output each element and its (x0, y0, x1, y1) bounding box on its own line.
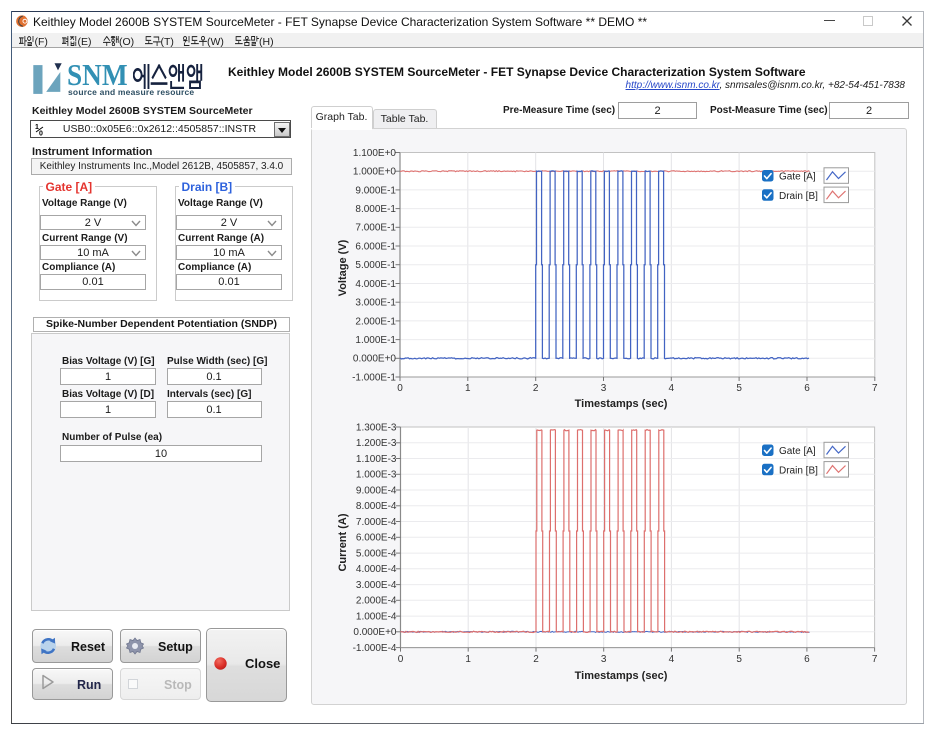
svg-text:1: 1 (465, 383, 471, 394)
svg-text:5.000E-4: 5.000E-4 (356, 549, 397, 560)
svg-text:8.000E-1: 8.000E-1 (355, 204, 396, 215)
svg-text:3.000E-4: 3.000E-4 (356, 580, 397, 591)
svg-text:Drain [B]: Drain [B] (779, 466, 818, 477)
svg-text:6: 6 (804, 654, 810, 665)
svg-text:0: 0 (39, 131, 43, 137)
svg-text:4: 4 (669, 654, 675, 665)
svg-text:7.000E-4: 7.000E-4 (356, 517, 397, 528)
svg-text:5: 5 (736, 383, 742, 394)
svg-text:1.300E-3: 1.300E-3 (356, 422, 397, 433)
svg-text:2: 2 (533, 654, 539, 665)
svg-text:Drain [B]: Drain [B] (779, 191, 818, 202)
svg-text:1.000E+0: 1.000E+0 (353, 167, 397, 178)
svg-text:7: 7 (872, 654, 878, 665)
svg-text:4: 4 (669, 383, 675, 394)
svg-text:7: 7 (872, 383, 878, 394)
svg-text:0.000E+0: 0.000E+0 (353, 627, 397, 638)
svg-text:6.000E-1: 6.000E-1 (355, 241, 396, 252)
svg-text:2.000E-4: 2.000E-4 (356, 596, 397, 607)
svg-text:6.000E-4: 6.000E-4 (356, 533, 397, 544)
svg-text:7.000E-1: 7.000E-1 (355, 223, 396, 234)
svg-text:Timestamps (sec): Timestamps (sec) (575, 398, 668, 410)
svg-text:3: 3 (601, 383, 607, 394)
svg-text:3.000E-1: 3.000E-1 (355, 298, 396, 309)
svg-text:0: 0 (397, 383, 403, 394)
svg-text:3: 3 (601, 654, 607, 665)
svg-text:0.000E+0: 0.000E+0 (353, 354, 397, 365)
svg-text:Timestamps (sec): Timestamps (sec) (575, 670, 668, 682)
svg-text:4.000E-4: 4.000E-4 (356, 564, 397, 575)
svg-text:-1.000E-4: -1.000E-4 (353, 643, 397, 654)
svg-text:Current (A): Current (A) (337, 513, 349, 571)
svg-text:Gate [A]: Gate [A] (779, 446, 816, 457)
svg-text:2: 2 (533, 383, 539, 394)
svg-text:1.100E-3: 1.100E-3 (356, 454, 397, 465)
svg-text:1.000E-1: 1.000E-1 (355, 335, 396, 346)
svg-text:-1.000E-1: -1.000E-1 (352, 372, 396, 383)
svg-text:1: 1 (465, 654, 471, 665)
svg-text:9.000E-4: 9.000E-4 (356, 485, 397, 496)
svg-text:2.000E-1: 2.000E-1 (355, 316, 396, 327)
svg-text:5.000E-1: 5.000E-1 (355, 260, 396, 271)
svg-text:8.000E-4: 8.000E-4 (356, 501, 397, 512)
svg-text:1.100E+0: 1.100E+0 (353, 148, 397, 159)
svg-text:5: 5 (736, 654, 742, 665)
svg-text:9.000E-1: 9.000E-1 (355, 185, 396, 196)
svg-text:4.000E-1: 4.000E-1 (355, 279, 396, 290)
svg-text:1.200E-3: 1.200E-3 (356, 438, 397, 449)
svg-text:Voltage (V): Voltage (V) (337, 239, 349, 296)
svg-text:6: 6 (804, 383, 810, 394)
svg-text:0: 0 (398, 654, 404, 665)
svg-text:Gate [A]: Gate [A] (779, 172, 816, 183)
svg-text:1.000E-3: 1.000E-3 (356, 470, 397, 481)
svg-text:1.000E-4: 1.000E-4 (356, 612, 397, 623)
